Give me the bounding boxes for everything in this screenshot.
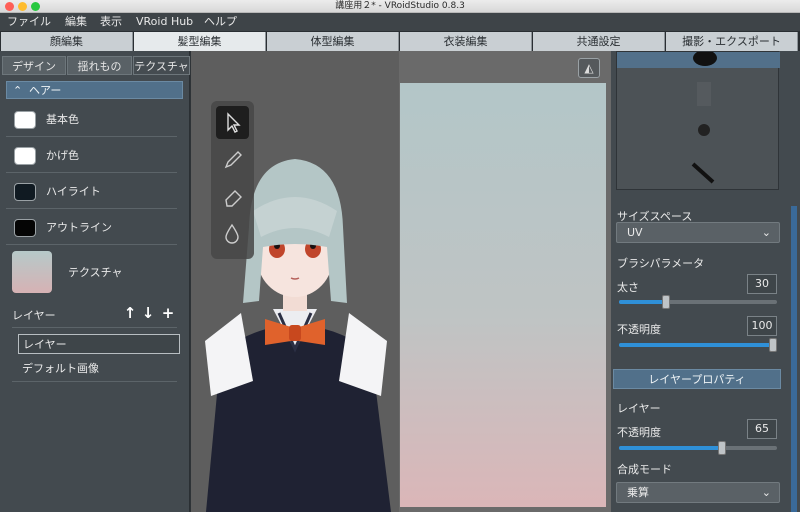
layer-name-input[interactable] [18,334,180,354]
color-swatch-shade[interactable] [14,147,36,165]
chevron-down-icon: ⌄ [761,226,771,239]
tab-outfit[interactable]: 衣装編集 [400,32,532,51]
thickness-input[interactable]: 30 [747,274,777,294]
title-bar: 講座用２* - VRoidStudio 0.8.3 [0,0,800,13]
slider-fill [619,343,777,347]
slider-knob[interactable] [718,441,726,455]
tab-hair[interactable]: 髪型編集 [134,32,266,51]
color-row-outline[interactable]: アウトライン [6,211,177,245]
opacity-input[interactable]: 100 [747,316,777,336]
chevron-up-icon: ⌃ [13,84,23,97]
color-swatch-base[interactable] [14,111,36,129]
chevron-down-icon: ⌄ [761,486,771,499]
tool-palette [211,101,254,259]
sub-tabs: デザイン 揺れもの テクスチャ [2,56,190,75]
editor-tabs: 顔編集 髪型編集 体型編集 衣装編集 共通設定 撮影・エクスポート [0,31,800,51]
color-label: かげ色 [46,149,79,162]
layer-header-label: レイヤー [12,309,56,322]
subtab-physics[interactable]: 揺れもの [67,56,132,75]
opacity-label: 不透明度 [617,323,661,336]
color-label: アウトライン [46,221,112,234]
tab-photo-export[interactable]: 撮影・エクスポート [666,32,798,51]
move-layer-down-button[interactable]: ↓ [140,305,156,321]
color-swatch-outline[interactable] [14,219,36,237]
pen-tool[interactable] [216,143,249,176]
slider-fill [619,300,666,304]
subtab-design[interactable]: デザイン [2,56,66,75]
cursor-icon [227,112,241,133]
color-label: ハイライト [46,185,101,198]
opacity-slider[interactable] [619,338,777,352]
drop-icon [225,223,239,244]
mirror-button[interactable]: ◭ [578,58,600,78]
blend-mode-dropdown[interactable]: 乗算 ⌄ [616,482,780,503]
color-swatch-highlight[interactable] [14,183,36,201]
fill-tool[interactable] [216,217,249,250]
layer-label: レイヤー [617,402,661,415]
select-tool[interactable] [216,106,249,139]
color-label: 基本色 [46,113,79,126]
texture-thumbnail[interactable] [12,251,52,293]
menu-bar: ファイル 編集 表示 VRoid Hub ヘルプ [0,13,800,31]
slider-knob[interactable] [662,295,670,309]
eraser-tool[interactable] [216,180,249,213]
layer-opacity-label: 不透明度 [617,426,661,439]
layer-properties-header: レイヤープロパティ [613,369,781,389]
subtab-texture[interactable]: テクスチャ [133,56,190,75]
mirror-icon: ◭ [584,61,594,75]
brush-list [616,51,780,190]
tab-common-settings[interactable]: 共通設定 [533,32,665,51]
menu-file[interactable]: ファイル [7,13,51,31]
layer-buttons: ↑ ↓ + [122,305,178,323]
blend-mode-label: 合成モード [617,463,672,476]
texture-label: テクスチャ [68,266,123,279]
eraser-icon [225,190,242,207]
add-layer-button[interactable]: + [160,305,176,321]
slider-fill [619,446,722,450]
brush-previews [691,52,717,184]
layer-opacity-slider[interactable] [619,441,777,455]
size-space-dropdown[interactable]: UV ⌄ [616,222,780,243]
hair-section-header[interactable]: ⌃ ヘアー [6,81,183,99]
menu-view[interactable]: 表示 [100,13,122,31]
move-layer-up-button[interactable]: ↑ [122,305,138,321]
tab-face[interactable]: 顔編集 [1,32,133,51]
pencil-icon [224,151,242,169]
right-panel: サイズスペース UV ⌄ ブラシパラメータ 太さ 30 不透明度 100 レイヤ… [611,51,800,512]
layer-item-default-image[interactable]: デフォルト画像 [22,360,99,376]
menu-vroid-hub[interactable]: VRoid Hub [136,13,193,31]
section-title: ヘアー [29,84,62,97]
slider-knob[interactable] [769,338,777,352]
texture-canvas[interactable] [400,83,606,507]
left-panel: デザイン 揺れもの テクスチャ ⌃ ヘアー 基本色 かげ色 ハイライト アウトラ… [0,51,190,512]
color-row-highlight[interactable]: ハイライト [6,175,177,209]
thickness-slider[interactable] [619,295,777,309]
layer-opacity-input[interactable]: 65 [747,419,777,439]
size-space-value: UV [627,226,643,239]
tab-body[interactable]: 体型編集 [267,32,399,51]
brush-params-label: ブラシパラメータ [617,257,705,270]
divider [12,327,177,328]
blend-mode-value: 乗算 [627,486,649,499]
3d-viewport[interactable] [191,51,399,512]
panel-scrollbar[interactable] [791,206,797,512]
menu-edit[interactable]: 編集 [65,13,87,31]
texture-row[interactable]: テクスチャ [6,247,177,299]
divider [12,381,177,382]
color-row-base[interactable]: 基本色 [6,103,177,137]
window-title: 講座用２* - VRoidStudio 0.8.3 [335,1,465,11]
thickness-label: 太さ [617,281,639,294]
color-row-shade[interactable]: かげ色 [6,139,177,173]
menu-help[interactable]: ヘルプ [204,13,237,31]
